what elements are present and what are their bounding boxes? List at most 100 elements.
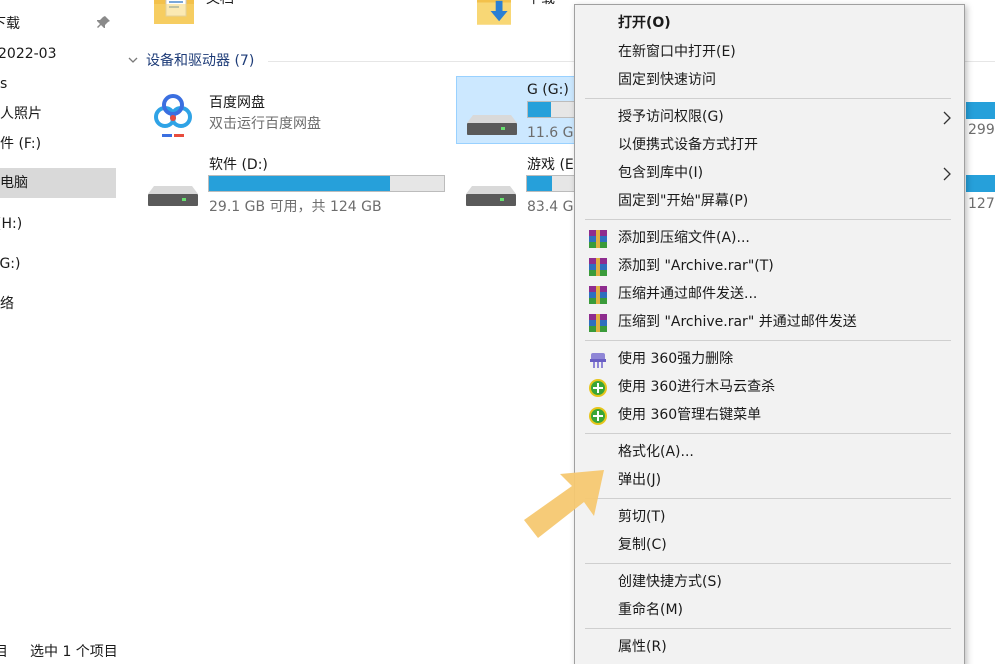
nav-item-2022-03[interactable]: 2022-03 <box>0 39 116 69</box>
menu-item-pin-quick-access[interactable]: 固定到快速访问 <box>575 66 964 94</box>
menu-item-grant-access[interactable]: 授予访问权限(G) <box>575 103 964 131</box>
menu-item-rename[interactable]: 重命名(M) <box>575 596 964 624</box>
status-item-count: 目 <box>0 644 8 660</box>
nav-item-s[interactable]: s <box>0 69 116 99</box>
menu-item-label: 压缩到 "Archive.rar" 并通过邮件发送 <box>618 314 857 330</box>
menu-separator <box>585 219 951 220</box>
nav-item-drive-g[interactable]: (G:) <box>0 249 116 279</box>
nav-item-photos[interactable]: 个人照片 <box>0 99 116 129</box>
menu-item-include-library[interactable]: 包含到库中(I) <box>575 159 964 187</box>
baidu-netdisk-icon <box>149 91 197 139</box>
drive-d-subtitle: 29.1 GB 可用，共 124 GB <box>209 199 382 215</box>
menu-item-label: 使用 360强力删除 <box>618 351 734 367</box>
navigation-pane: 下载 2022-03 s 个人照片 软件 (F:) 此电脑 (H:) (G:) … <box>0 0 116 640</box>
drive-g-item[interactable]: G (G:) 11.6 GB 可用，共 ... <box>456 76 578 144</box>
menu-item-label: 打开(O) <box>618 15 671 31</box>
hard-drive-icon <box>148 186 198 206</box>
menu-separator <box>585 98 951 99</box>
menu-item-label: 创建快捷方式(S) <box>618 574 722 590</box>
winrar-icon <box>589 258 607 276</box>
baidu-netdisk-item[interactable]: 百度网盘 双击运行百度网盘 <box>140 84 440 144</box>
menu-item-label: 格式化(A)... <box>618 444 694 460</box>
360-security-icon <box>589 407 607 425</box>
annotation-arrow-icon <box>524 470 604 538</box>
menu-item-360-force-delete[interactable]: 使用 360强力删除 <box>575 345 964 373</box>
menu-item-label: 使用 360进行木马云查杀 <box>618 379 776 395</box>
drive-e-usage-bar <box>526 175 578 192</box>
menu-item-360-trojan-scan[interactable]: 使用 360进行木马云查杀 <box>575 373 964 401</box>
menu-separator <box>585 628 951 629</box>
chevron-down-icon[interactable] <box>126 53 140 67</box>
nav-item-label: (H:) <box>0 216 23 232</box>
winrar-icon <box>589 230 607 248</box>
context-menu: 打开(O) 在新窗口中打开(E) 固定到快速访问 授予访问权限(G) 以便携式设… <box>574 4 965 664</box>
menu-item-label: 弹出(J) <box>618 472 662 488</box>
drive-d-usage-fill <box>209 176 390 191</box>
menu-item-label: 固定到快速访问 <box>618 72 716 88</box>
menu-item-add-archive[interactable]: 添加到压缩文件(A)... <box>575 224 964 252</box>
menu-item-pin-start[interactable]: 固定到"开始"屏幕(P) <box>575 187 964 215</box>
drive-e-subtitle: 83.4 GB 可用，共 ... <box>527 199 577 215</box>
menu-item-360-manage-menu[interactable]: 使用 360管理右键菜单 <box>575 401 964 429</box>
menu-separator <box>585 498 951 499</box>
drive-g-usage-bar <box>527 101 577 118</box>
360-security-icon <box>589 379 607 397</box>
devices-section-header[interactable]: 设备和驱动器 (7) <box>126 49 254 71</box>
drive-right-usage-fill <box>966 102 995 119</box>
menu-item-label: 固定到"开始"屏幕(P) <box>618 193 749 209</box>
pin-icon <box>97 16 110 28</box>
nav-item-software-f[interactable]: 软件 (F:) <box>0 129 116 159</box>
menu-item-format[interactable]: 格式化(A)... <box>575 438 964 466</box>
nav-item-label: 软件 (F:) <box>0 136 42 152</box>
menu-item-compress-rar-email[interactable]: 压缩到 "Archive.rar" 并通过邮件发送 <box>575 308 964 336</box>
drive-d-item[interactable]: 软件 (D:) 29.1 GB 可用，共 124 GB <box>140 150 450 218</box>
drive-d-name: 软件 (D:) <box>209 157 268 173</box>
winrar-icon <box>589 314 607 332</box>
drive-right2-usage-fill <box>966 175 995 192</box>
nav-item-label: 个人照片 <box>0 106 42 122</box>
menu-item-compress-email[interactable]: 压缩并通过邮件发送... <box>575 280 964 308</box>
menu-item-label: 复制(C) <box>618 537 667 553</box>
baidu-netdisk-subtitle: 双击运行百度网盘 <box>209 116 321 132</box>
menu-item-label: 重命名(M) <box>618 602 684 618</box>
drive-right-subtitle: 299 <box>968 122 995 138</box>
chevron-right-icon <box>943 111 951 125</box>
menu-item-eject[interactable]: 弹出(J) <box>575 466 964 494</box>
menu-item-label: 属性(R) <box>618 639 667 655</box>
nav-item-drive-h[interactable]: (H:) <box>0 209 116 239</box>
section-title: 设备和驱动器 (7) <box>146 53 255 69</box>
drive-g-subtitle: 11.6 GB 可用，共 ... <box>527 125 577 141</box>
nav-item-label: s <box>0 76 8 92</box>
hard-drive-icon <box>466 186 516 206</box>
status-selection: 选中 1 个项目 <box>30 644 118 660</box>
menu-item-label: 包含到库中(I) <box>618 165 704 181</box>
menu-item-open[interactable]: 打开(O) <box>575 9 964 37</box>
nav-item-label: 2022-03 <box>0 46 57 62</box>
menu-item-label: 授予访问权限(G) <box>618 109 724 125</box>
menu-item-add-archive-rar[interactable]: 添加到 "Archive.rar"(T) <box>575 252 964 280</box>
menu-item-cut[interactable]: 剪切(T) <box>575 503 964 531</box>
downloads-folder-icon[interactable] <box>472 0 516 28</box>
drive-e-item[interactable]: 游戏 (E:) 83.4 GB 可用，共 ... <box>456 150 578 218</box>
menu-separator <box>585 563 951 564</box>
menu-item-label: 在新窗口中打开(E) <box>618 44 736 60</box>
baidu-netdisk-name: 百度网盘 <box>209 95 265 111</box>
drive-e-usage-fill <box>527 176 552 191</box>
menu-separator <box>585 433 951 434</box>
drive-g-name: G (G:) <box>527 82 569 98</box>
menu-item-label: 剪切(T) <box>618 509 666 525</box>
nav-item-label: 下载 <box>0 16 20 32</box>
drive-d-usage-bar <box>208 175 445 192</box>
menu-item-copy[interactable]: 复制(C) <box>575 531 964 559</box>
menu-item-open-portable[interactable]: 以便携式设备方式打开 <box>575 131 964 159</box>
hard-drive-icon <box>467 115 517 135</box>
nav-item-label: 此电脑 <box>0 175 28 191</box>
downloads-folder-label: 下载 <box>527 0 555 8</box>
documents-folder-icon[interactable] <box>152 0 196 24</box>
menu-item-open-new-window[interactable]: 在新窗口中打开(E) <box>575 38 964 66</box>
drive-e-name: 游戏 (E:) <box>527 157 577 173</box>
nav-item-network[interactable]: 网络 <box>0 289 116 319</box>
nav-item-this-pc[interactable]: 此电脑 <box>0 168 116 198</box>
menu-item-create-shortcut[interactable]: 创建快捷方式(S) <box>575 568 964 596</box>
menu-item-properties[interactable]: 属性(R) <box>575 633 964 661</box>
